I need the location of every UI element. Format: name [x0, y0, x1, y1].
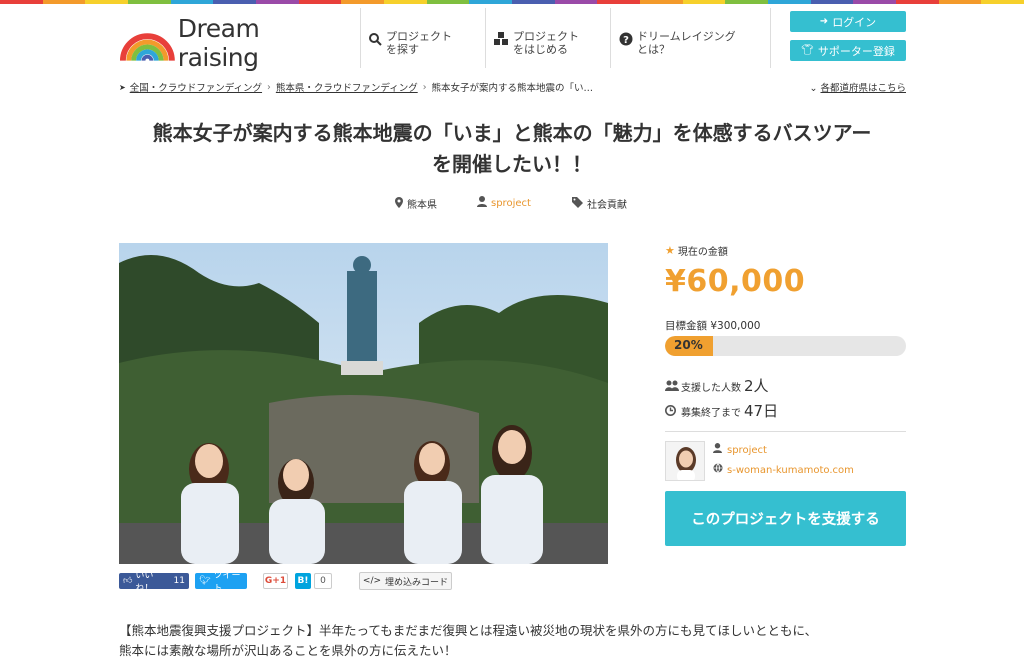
owner-photo-icon [666, 442, 704, 480]
hatena-bookmark-count: 0 [314, 573, 332, 589]
breadcrumb-prefecture[interactable]: 熊本県・クラウドファンディング [276, 80, 418, 94]
project-hero-image [119, 243, 608, 564]
login-button[interactable]: ➜ ログイン [790, 11, 906, 32]
category-text: 社会貢献 [587, 200, 627, 211]
nav-divider [485, 8, 486, 68]
progress-bar: 20% [665, 336, 906, 356]
breadcrumb: ➤ 全国・クラウドファンディング › 熊本県・クラウドファンディング › 熊本女… [119, 80, 594, 95]
nav-divider [610, 8, 611, 68]
nav-divider [770, 8, 771, 68]
signup-label: サポーター登録 [817, 44, 895, 58]
clock-icon [665, 405, 681, 419]
funding-sidebar: ★ 現在の金額 ¥60,000 目標金額 ¥300,000 20% 支援した人数… [665, 243, 906, 546]
hatena-count: 0 [320, 576, 326, 586]
user-icon [477, 196, 487, 210]
nav-divider [360, 8, 361, 68]
breadcrumb-separator: › [422, 81, 427, 93]
signup-button[interactable]: 👕︎ サポーター登録 [790, 40, 906, 61]
intro-line-2: 熊本には素敵な場所が沢山あることを県外の方に伝えたい！ [119, 643, 457, 658]
fb-like-label: いいね！ [135, 571, 154, 594]
nav-find-projects[interactable]: プロジェクト を探す [368, 30, 452, 56]
search-icon [369, 33, 382, 46]
title-line-1: 熊本女子が案内する熊本地震の「いま」と熊本の「魅力」を体感するバスツアー [152, 121, 872, 145]
logo-mark-icon [119, 33, 175, 61]
owner-site: s-woman-kumamoto.com [727, 465, 854, 476]
hatena-label: B! [297, 576, 309, 586]
thumbs-up-icon: 👍︎ [123, 576, 133, 586]
sidebar-divider [665, 431, 906, 432]
cubes-icon [494, 32, 508, 45]
logo-text: Dream raising [177, 14, 260, 72]
nav-find-line2: を探す [386, 43, 419, 56]
avatar[interactable] [665, 441, 705, 481]
google-plus-button[interactable]: G+1 [263, 573, 288, 589]
owner-site-link[interactable]: s-woman-kumamoto.com [713, 461, 854, 481]
globe-icon [713, 461, 723, 481]
star-icon: ★ [665, 244, 675, 257]
user-icon [713, 441, 723, 461]
code-icon: </> [362, 576, 382, 586]
deadline-value: 47日 [744, 402, 779, 420]
project-location[interactable]: 熊本県 [395, 196, 437, 211]
twitter-icon: 🐦︎ [199, 576, 211, 586]
nav-start-project[interactable]: プロジェクト をはじめる [493, 30, 579, 56]
supporters-stat: 支援した人数 2人 [665, 375, 906, 396]
owner-name-link[interactable]: sproject [713, 441, 854, 461]
tweet-label: ツイート [213, 571, 241, 594]
facebook-like-button[interactable]: 👍︎ いいね！ 11 [119, 571, 189, 594]
nav-start-line2: をはじめる [513, 43, 568, 56]
current-amount-label: ★ 現在の金額 [665, 243, 906, 258]
embed-label: 埋め込みコード [385, 577, 449, 588]
svg-text:?: ? [623, 35, 629, 46]
embed-code-button[interactable]: </> 埋め込みコード [359, 572, 452, 590]
breadcrumb-current: 熊本女子が案内する熊本地震の「い… [431, 83, 594, 94]
deadline-stat: 募集終了まで 47日 [665, 400, 906, 421]
region-link-label: 各都道府県はこちら [820, 83, 906, 94]
chevron-down-icon: ⌄ [809, 83, 818, 94]
gplus-label: G+1 [264, 576, 287, 586]
nav-start-line1: プロジェクト [513, 30, 579, 43]
intro-line-1: 【熊本地震復興支援プロジェクト】半年たってもまだまだ復興とは程遠い被災地の現状を… [119, 623, 818, 638]
current-amount: ¥60,000 [665, 264, 806, 299]
deadline-label: 募集終了まで [681, 408, 741, 419]
users-icon [665, 380, 681, 394]
nav-find-line1: プロジェクト [386, 30, 452, 43]
shirt-icon: 👕︎ [801, 45, 814, 56]
region-link[interactable]: ⌄ 各都道府県はこちら [810, 80, 906, 94]
page-title: 熊本女子が案内する熊本地震の「いま」と熊本の「魅力」を体感するバスツアー を開催… [100, 118, 924, 180]
question-icon: ? [619, 32, 633, 46]
nav-about[interactable]: ? ドリームレイジング とは？ [619, 30, 736, 56]
support-project-button[interactable]: このプロジェクトを支援する [665, 491, 906, 546]
fb-like-count: 11 [173, 576, 185, 586]
supporters-label: 支援した人数 [681, 383, 741, 394]
sign-in-icon: ➜ [819, 16, 829, 27]
site-header: Dream raising プロジェクト を探す プロジェクト をはじめる ? ドリ… [0, 4, 1024, 72]
author-text: sproject [491, 197, 531, 209]
project-category[interactable]: 社会貢献 [572, 196, 627, 211]
project-owner: sproject s-woman-kumamoto.com [665, 441, 906, 481]
logo[interactable]: Dream raising [119, 14, 344, 72]
location-arrow-icon: ➤ [119, 82, 126, 92]
goal-amount: 目標金額 ¥300,000 [665, 320, 761, 332]
tweet-button[interactable]: 🐦︎ ツイート [195, 571, 247, 594]
project-author[interactable]: sproject [477, 196, 531, 210]
login-label: ログイン [832, 15, 877, 29]
current-label-text: 現在の金額 [677, 247, 728, 258]
map-marker-icon [395, 196, 403, 211]
breadcrumb-separator: › [267, 81, 271, 93]
project-intro: 【熊本地震復興支援プロジェクト】半年たってもまだまだ復興とは程遠い被災地の現状を… [119, 621, 899, 661]
nav-about-line2: とは？ [637, 43, 670, 56]
nav-about-line1: ドリームレイジング [637, 30, 736, 43]
tag-icon [572, 196, 583, 211]
owner-name: sproject [727, 445, 767, 456]
progress-percent: 20% [674, 338, 703, 352]
location-text: 熊本県 [407, 200, 437, 211]
breadcrumb-national[interactable]: 全国・クラウドファンディング [130, 80, 262, 94]
hero-photo-icon [119, 243, 608, 564]
hatena-bookmark-button[interactable]: B! [295, 573, 311, 589]
title-line-2: を開催したい！！ [432, 152, 592, 176]
supporters-value: 2人 [744, 377, 769, 395]
